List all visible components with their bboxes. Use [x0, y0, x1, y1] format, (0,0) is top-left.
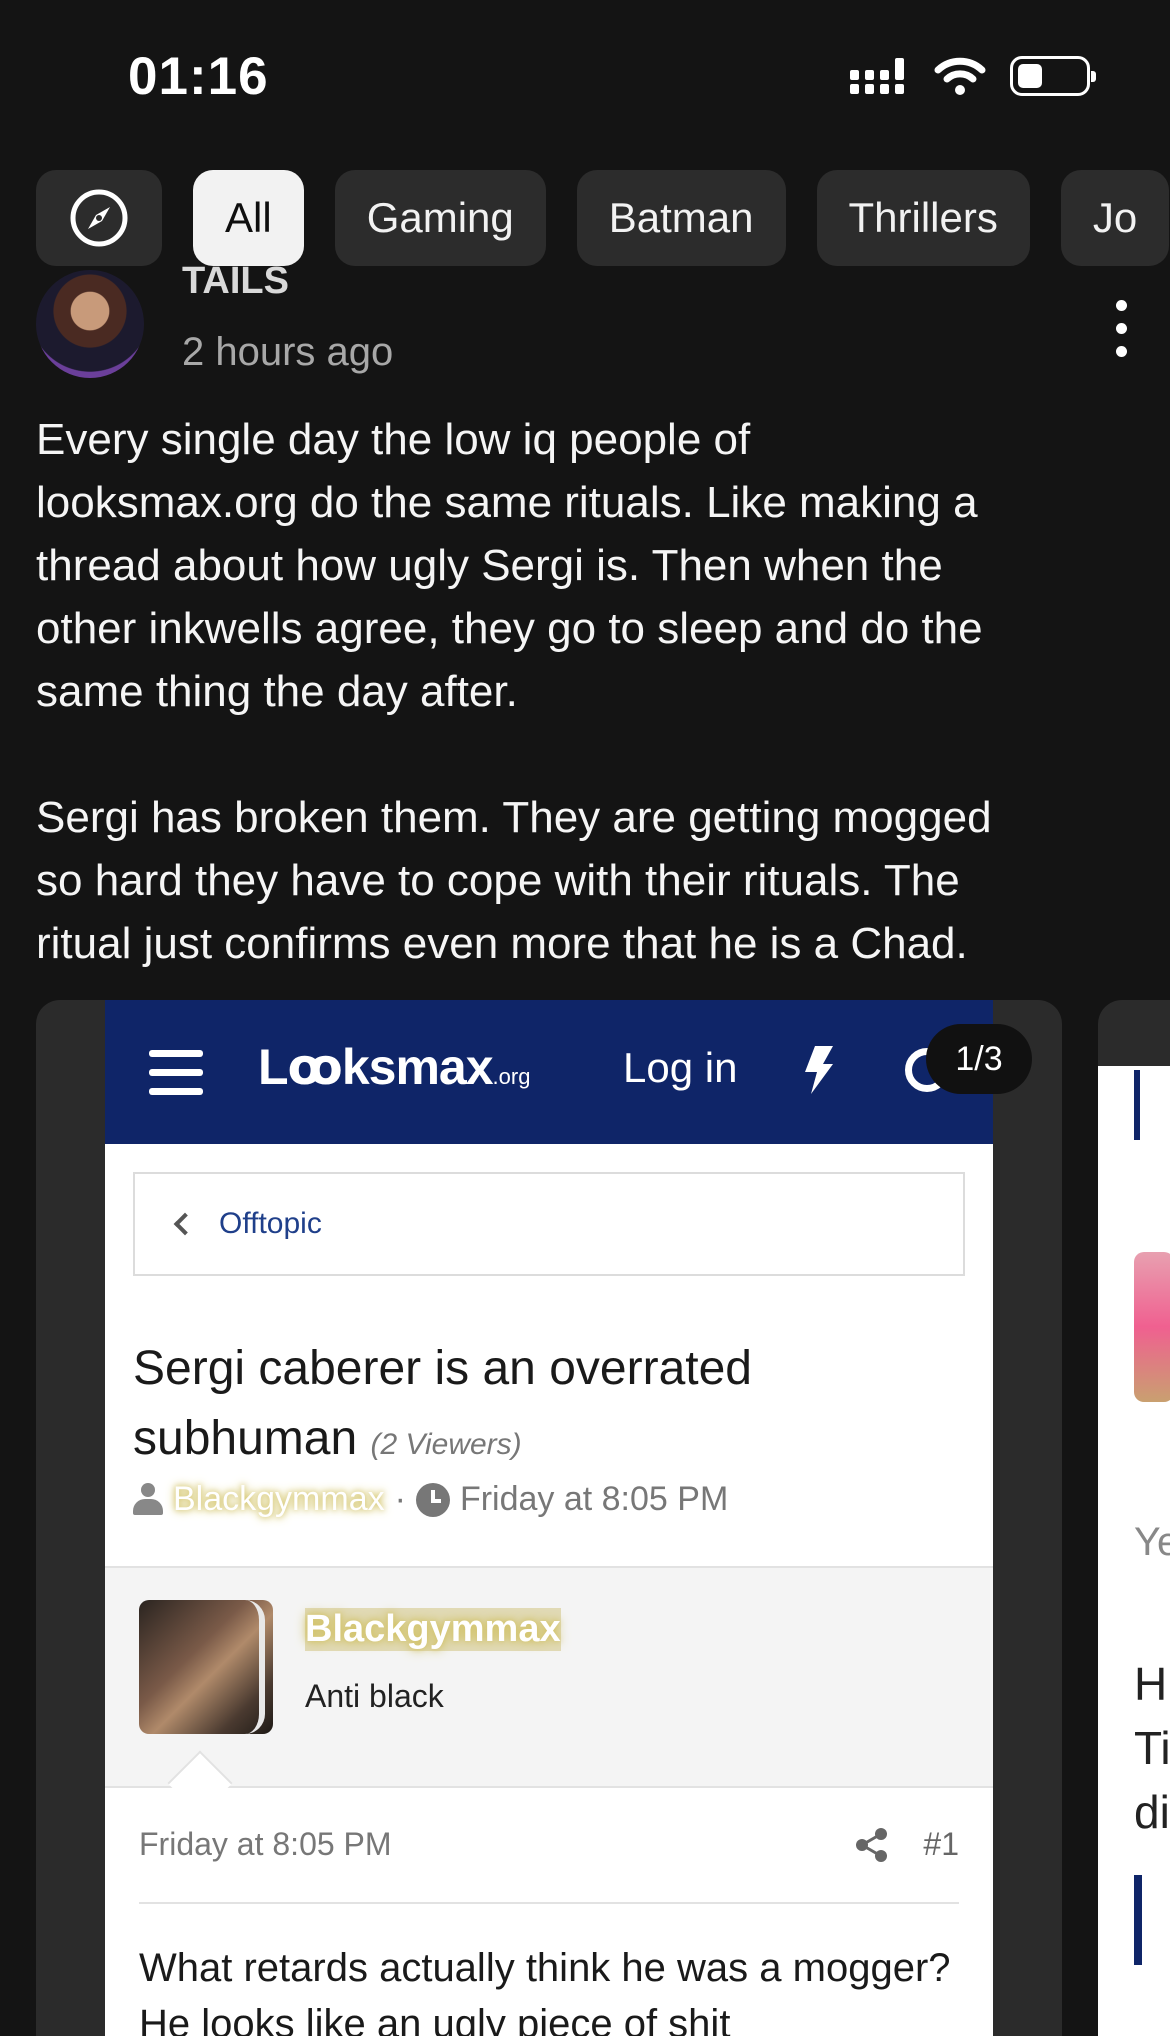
compass-icon — [70, 189, 128, 247]
chip-thrillers[interactable]: Thrillers — [816, 170, 1030, 266]
app-screen: 01:16 All Gaming Batman Thrillers Jo TAI… — [0, 0, 1170, 2036]
hamburger-icon — [149, 1050, 203, 1095]
thread-title: Sergi caberer is an overrated subhuman (… — [133, 1342, 752, 1465]
lightning-icon — [805, 1046, 833, 1094]
user-avatar — [139, 1600, 273, 1734]
user-title: Anti black — [305, 1678, 444, 1714]
clock-icon — [415, 1482, 450, 1517]
web-screenshot: Lꝏksmax.org Log in Offtopic Sergi cabere… — [105, 1000, 993, 2036]
user-block: Blackgymmax Anti black — [105, 1566, 993, 1788]
thread-meta: Blackgymmax · Friday at 8:05 PM — [133, 1480, 728, 1519]
post-meta: Friday at 8:05 PM #1 — [139, 1826, 959, 1863]
next-card-bar — [1134, 1070, 1140, 1140]
divider — [139, 1902, 959, 1904]
post-text: Every single day the low iq people of lo… — [36, 408, 1136, 975]
post-time: 2 hours ago — [182, 330, 394, 374]
user-name: Blackgymmax — [305, 1608, 561, 1651]
viewers-count: (2 Viewers) — [370, 1428, 522, 1461]
next-card-text: H Ti di — [1134, 1658, 1170, 1838]
next-media-card[interactable]: Ye H Ti di — [1098, 1000, 1170, 2036]
cellular-signal-icon — [850, 58, 904, 94]
category-chips: All Gaming Batman Thrillers Jo — [36, 170, 1170, 266]
status-time: 01:16 — [128, 47, 269, 106]
thread-author: Blackgymmax — [173, 1480, 385, 1518]
thread-date: Friday at 8:05 PM — [459, 1480, 729, 1518]
post-paragraph: Every single day the low iq people of lo… — [36, 415, 983, 716]
post-paragraph: Sergi has broken them. They are getting … — [36, 793, 992, 968]
next-card-thumbnail — [1134, 1252, 1170, 1402]
battery-icon — [1010, 56, 1096, 96]
post-username[interactable]: TAILS — [182, 266, 289, 306]
breadcrumb: Offtopic — [133, 1172, 965, 1276]
next-card-bar — [1134, 1875, 1142, 1965]
avatar[interactable] — [36, 270, 144, 378]
media-image[interactable]: Lꝏksmax.org Log in Offtopic Sergi cabere… — [36, 1000, 1062, 2036]
post-number: #1 — [923, 1826, 959, 1862]
person-icon — [133, 1482, 163, 1517]
breadcrumb-label: Offtopic — [219, 1207, 322, 1240]
chip-all[interactable]: All — [193, 170, 304, 266]
media-counter: 1/3 — [926, 1024, 1032, 1094]
status-icons — [850, 56, 1096, 96]
chip-batman[interactable]: Batman — [576, 170, 786, 266]
meta-separator: · — [394, 1480, 406, 1518]
wifi-icon — [934, 57, 986, 95]
site-login: Log in — [623, 1044, 738, 1091]
share-icon — [856, 1827, 888, 1862]
chip-jo[interactable]: Jo — [1060, 170, 1170, 266]
site-navbar: Lꝏksmax.org Log in — [105, 1000, 993, 1144]
explore-chip[interactable] — [36, 170, 162, 266]
chip-gaming[interactable]: Gaming — [334, 170, 546, 266]
next-card-text: Ye — [1134, 1520, 1170, 1564]
post-date: Friday at 8:05 PM — [139, 1826, 392, 1862]
more-options-icon[interactable] — [1116, 300, 1128, 357]
site-brand: Lꝏksmax.org — [258, 1039, 531, 1095]
chevron-left-icon — [173, 1212, 197, 1236]
post-body: What retards actually think he was a mog… — [139, 1946, 951, 2036]
